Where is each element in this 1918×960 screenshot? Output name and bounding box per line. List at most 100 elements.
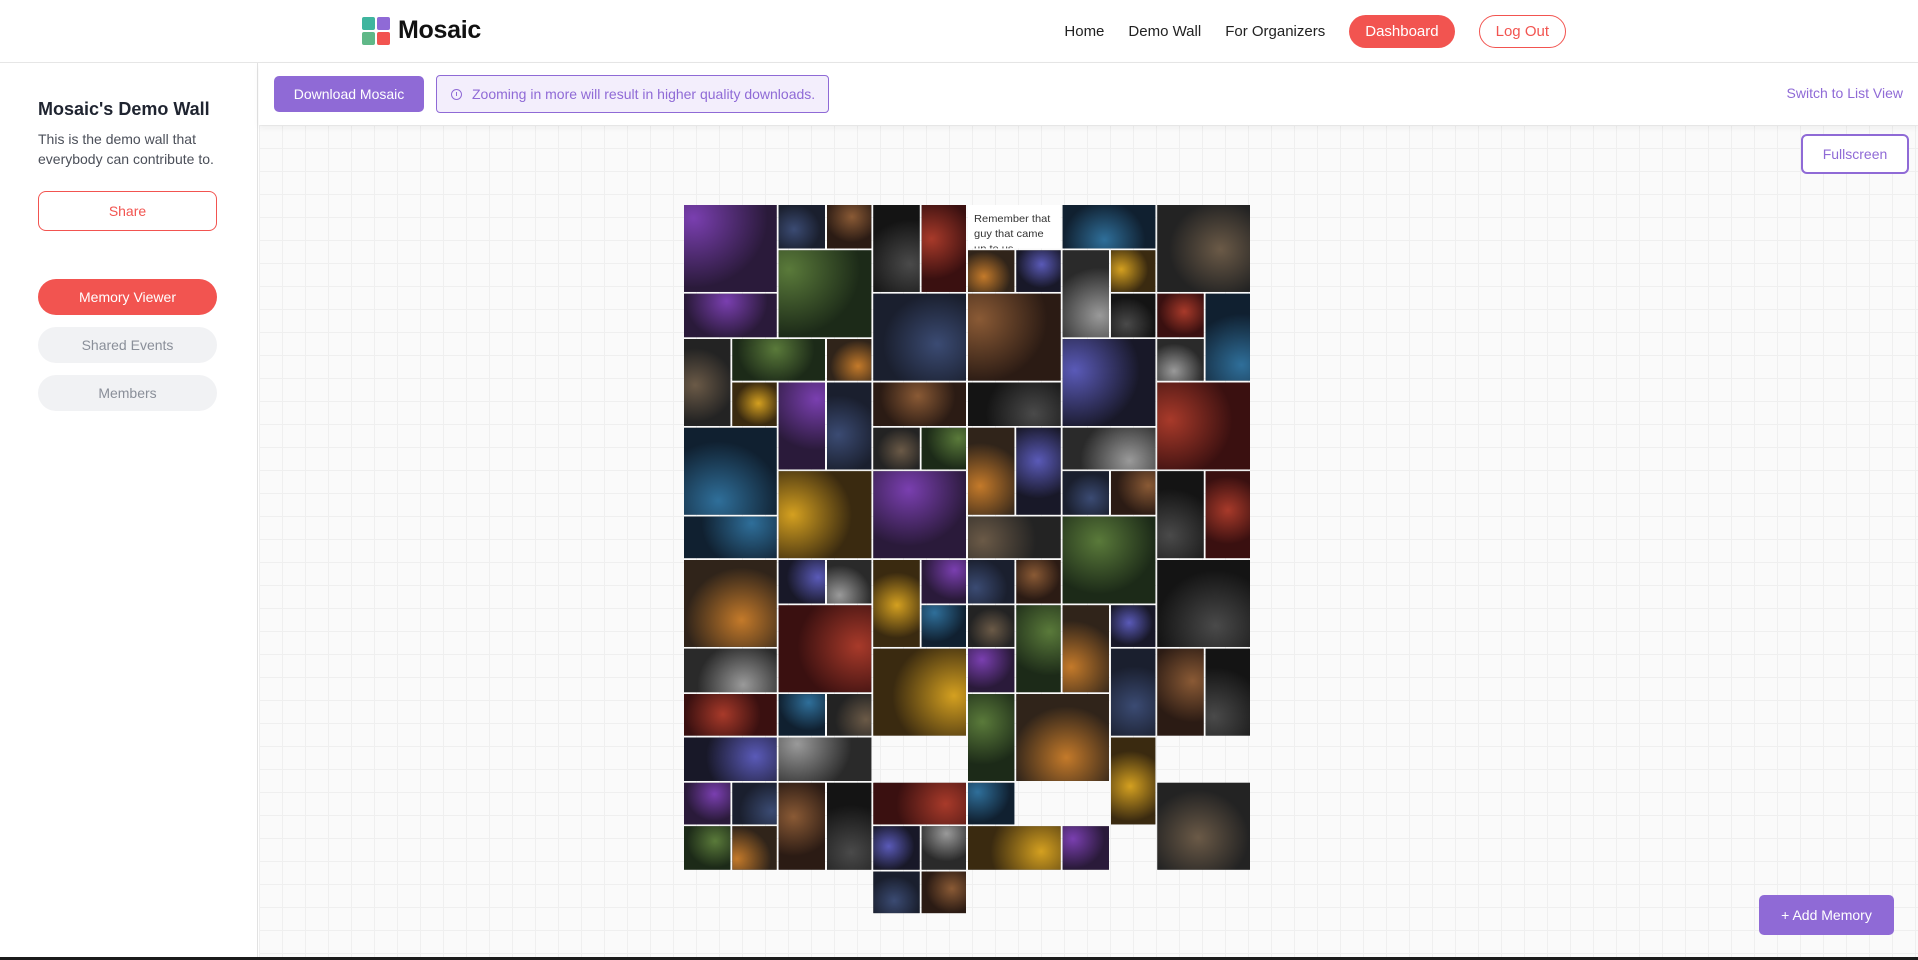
memory-photo-tile[interactable] [1110,737,1156,825]
logout-button[interactable]: Log Out [1478,15,1566,48]
memory-photo-tile[interactable] [968,781,1014,825]
memory-photo-tile[interactable] [778,737,872,780]
mosaic-canvas[interactable]: Fullscreen Remember that guy that came u… [259,125,1918,960]
memory-photo-tile[interactable] [968,560,1014,603]
memory-photo-tile[interactable] [826,382,872,470]
memory-photo-tile[interactable] [826,781,872,869]
memory-photo-tile[interactable] [1015,426,1061,514]
memory-photo-tile[interactable] [920,205,966,292]
memory-photo-tile[interactable] [1110,293,1156,337]
memory-photo-tile[interactable] [778,560,824,603]
memory-photo-tile[interactable] [684,648,777,692]
memory-photo-tile[interactable] [826,338,872,381]
add-memory-button[interactable]: + Add Memory [1759,895,1894,935]
memory-photo-tile[interactable] [778,604,872,692]
fullscreen-button[interactable]: Fullscreen [1801,134,1909,174]
memory-note-tile[interactable]: Remember that guy that came up to us dru… [968,205,1061,248]
memory-photo-tile[interactable] [920,560,966,603]
memory-photo-tile[interactable] [684,293,777,337]
memory-photo-tile[interactable] [684,826,730,869]
memory-photo-tile[interactable] [1015,249,1061,292]
memory-photo-tile[interactable] [1204,471,1250,559]
memory-photo-tile[interactable] [1157,471,1203,559]
memory-photo-tile[interactable] [873,205,919,292]
memory-photo-tile[interactable] [1062,338,1156,425]
download-mosaic-button[interactable]: Download Mosaic [274,76,424,112]
memory-photo-tile[interactable] [873,781,966,825]
photo-mosaic[interactable]: Remember that guy that came up to us dru… [684,205,1252,915]
memory-photo-tile[interactable] [684,426,777,514]
nav-demo-wall[interactable]: Demo Wall [1128,23,1201,40]
memory-photo-tile[interactable] [920,870,966,914]
memory-photo-tile[interactable] [1204,648,1250,736]
memory-photo-tile[interactable] [968,249,1014,292]
memory-photo-tile[interactable] [1157,205,1250,292]
memory-photo-tile[interactable] [778,382,824,470]
memory-photo-tile[interactable] [873,382,966,425]
memory-photo-tile[interactable] [1015,560,1061,603]
memory-photo-tile[interactable] [778,471,872,559]
memory-photo-tile[interactable] [684,781,730,825]
memory-photo-tile[interactable] [1110,604,1156,647]
memory-photo-tile[interactable] [778,781,824,869]
memory-photo-tile[interactable] [1157,293,1203,337]
memory-photo-tile[interactable] [1157,338,1203,381]
memory-photo-tile[interactable] [778,249,872,337]
nav-home[interactable]: Home [1064,23,1104,40]
memory-photo-tile[interactable] [1157,648,1203,736]
memory-photo-tile[interactable] [684,205,777,292]
memory-photo-tile[interactable] [968,293,1061,381]
memory-photo-tile[interactable] [968,382,1061,425]
memory-photo-tile[interactable] [684,560,777,647]
memory-photo-tile[interactable] [968,826,1061,869]
memory-photo-tile[interactable] [1157,560,1250,647]
nav-for-organizers[interactable]: For Organizers [1225,23,1325,40]
memory-photo-tile[interactable] [1062,515,1156,603]
memory-photo-tile[interactable] [1015,693,1108,780]
memory-photo-tile[interactable] [826,560,872,603]
memory-photo-tile[interactable] [968,693,1014,780]
memory-photo-tile[interactable] [873,826,919,869]
memory-photo-tile[interactable] [778,693,824,736]
memory-photo-tile[interactable] [873,426,919,470]
memory-photo-tile[interactable] [1062,471,1108,514]
switch-to-list-view-link[interactable]: Switch to List View [1787,85,1903,101]
memory-photo-tile[interactable] [1110,648,1156,736]
memory-photo-tile[interactable] [873,648,966,736]
memory-photo-tile[interactable] [873,870,919,914]
memory-photo-tile[interactable] [731,382,777,425]
memory-photo-tile[interactable] [1062,205,1156,248]
memory-photo-tile[interactable] [873,293,966,381]
memory-photo-tile[interactable] [968,648,1014,692]
share-button[interactable]: Share [38,191,217,231]
memory-photo-tile[interactable] [826,205,872,248]
sidebar-item-memory-viewer[interactable]: Memory Viewer [38,279,217,315]
memory-photo-tile[interactable] [1015,604,1061,692]
memory-photo-tile[interactable] [731,826,777,869]
memory-photo-tile[interactable] [920,426,966,470]
memory-photo-tile[interactable] [684,338,730,425]
memory-photo-tile[interactable] [1157,781,1250,869]
memory-photo-tile[interactable] [1062,249,1108,337]
memory-photo-tile[interactable] [1062,426,1156,470]
memory-photo-tile[interactable] [1110,471,1156,514]
memory-photo-tile[interactable] [920,604,966,647]
memory-photo-tile[interactable] [1110,249,1156,292]
memory-photo-tile[interactable] [826,693,872,736]
memory-photo-tile[interactable] [1062,826,1108,869]
memory-photo-tile[interactable] [684,515,777,559]
brand-logo[interactable]: Mosaic [362,16,481,45]
memory-photo-tile[interactable] [1062,604,1108,692]
memory-photo-tile[interactable] [684,737,777,780]
memory-photo-tile[interactable] [684,693,777,736]
memory-photo-tile[interactable] [968,515,1061,559]
memory-photo-tile[interactable] [873,560,919,647]
memory-photo-tile[interactable] [731,338,824,381]
memory-photo-tile[interactable] [968,426,1014,514]
memory-photo-tile[interactable] [1204,293,1250,381]
dashboard-button[interactable]: Dashboard [1349,15,1455,48]
memory-photo-tile[interactable] [1157,382,1250,470]
memory-photo-tile[interactable] [778,205,824,248]
memory-photo-tile[interactable] [873,471,966,559]
memory-photo-tile[interactable] [968,604,1014,647]
